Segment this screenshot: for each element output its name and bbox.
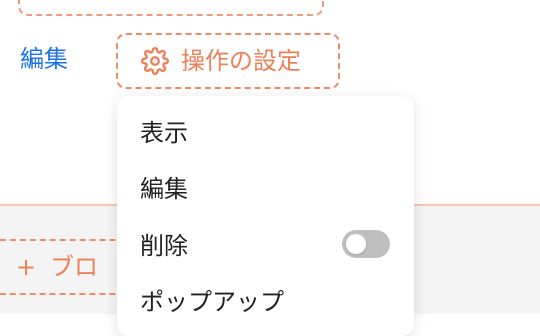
top-dashed-block <box>18 0 324 16</box>
menu-item-popup[interactable]: ポップアップ <box>140 279 390 319</box>
operation-settings-menu: 表示 編集 削除 ポップアップ <box>117 96 414 336</box>
operation-settings-label: 操作の設定 <box>181 47 301 75</box>
add-block-label: ブロ <box>50 253 98 281</box>
edit-link[interactable]: 編集 <box>20 43 68 75</box>
menu-item-view[interactable]: 表示 <box>140 110 390 150</box>
delete-toggle[interactable] <box>342 230 390 258</box>
operation-settings-button[interactable]: 操作の設定 <box>116 33 340 89</box>
plus-icon: + <box>15 253 37 281</box>
menu-item-edit[interactable]: 編集 <box>140 166 390 206</box>
toggle-knob <box>346 234 366 254</box>
gear-icon <box>141 47 169 75</box>
